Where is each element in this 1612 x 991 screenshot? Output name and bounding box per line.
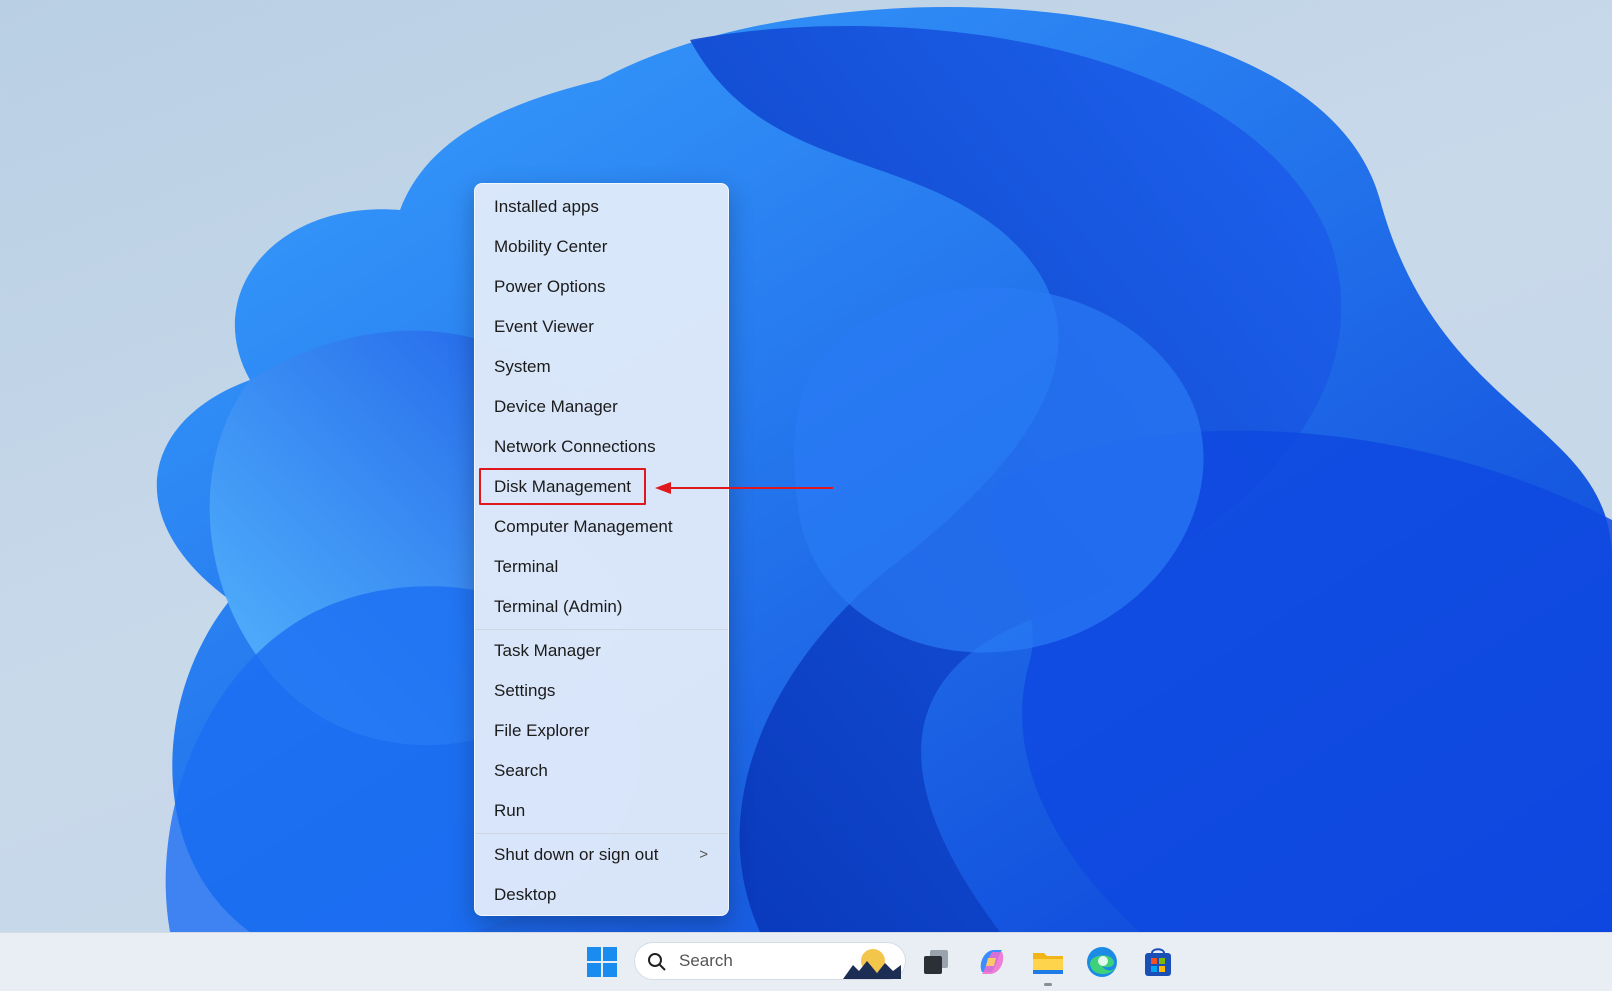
active-app-indicator [1044, 983, 1052, 986]
menu-item-mobility-center[interactable]: Mobility Center [475, 227, 728, 267]
store-icon[interactable] [1140, 944, 1176, 980]
menu-separator [475, 629, 728, 630]
copilot-icon[interactable] [974, 944, 1010, 980]
search-icon [648, 953, 666, 971]
annotation-arrow-icon [655, 482, 833, 494]
menu-item-shut-down-or-sign-out[interactable]: Shut down or sign out > [475, 835, 728, 875]
menu-item-computer-management[interactable]: Computer Management [475, 507, 728, 547]
file-explorer-icon[interactable] [1030, 944, 1066, 980]
desktop-wallpaper [156, 7, 1612, 932]
menu-item-terminal[interactable]: Terminal [475, 547, 728, 587]
menu-item-device-manager[interactable]: Device Manager [475, 387, 728, 427]
menu-item-desktop[interactable]: Desktop [475, 875, 728, 915]
chevron-right-icon: > [699, 846, 708, 863]
menu-item-terminal-admin[interactable]: Terminal (Admin) [475, 587, 728, 627]
taskbar-search-box[interactable]: Search [634, 942, 906, 980]
menu-item-network-connections[interactable]: Network Connections [475, 427, 728, 467]
menu-item-power-options[interactable]: Power Options [475, 267, 728, 307]
menu-item-event-viewer[interactable]: Event Viewer [475, 307, 728, 347]
task-view-icon[interactable] [918, 944, 954, 980]
menu-item-search[interactable]: Search [475, 751, 728, 791]
taskbar: Search [0, 932, 1612, 991]
menu-item-installed-apps[interactable]: Installed apps [475, 187, 728, 227]
winx-context-menu: Installed apps Mobility Center Power Opt… [474, 183, 729, 916]
menu-item-run[interactable]: Run [475, 791, 728, 831]
menu-item-task-manager[interactable]: Task Manager [475, 631, 728, 671]
menu-item-label: Shut down or sign out [494, 845, 659, 864]
annotation-highlight-box [479, 468, 646, 505]
menu-item-system[interactable]: System [475, 347, 728, 387]
edge-icon[interactable] [1084, 944, 1120, 980]
windows-start-icon[interactable] [584, 944, 620, 980]
search-highlight-image [843, 949, 901, 979]
menu-item-file-explorer[interactable]: File Explorer [475, 711, 728, 751]
menu-item-settings[interactable]: Settings [475, 671, 728, 711]
search-label: Search [679, 951, 733, 970]
menu-separator [475, 833, 728, 834]
